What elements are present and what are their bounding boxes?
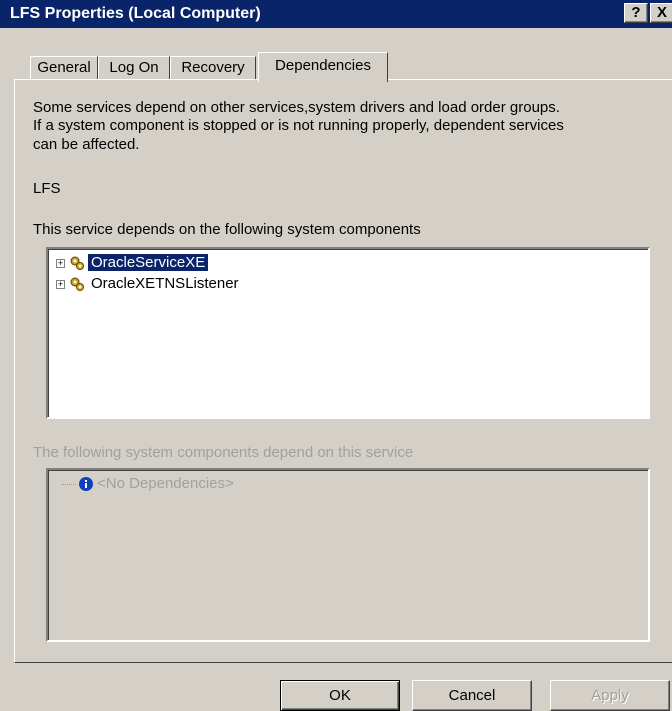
- tab-log-on[interactable]: Log On: [98, 56, 170, 79]
- tree-item[interactable]: + OracleXETNSListener: [56, 275, 242, 295]
- description-line-2: If a system component is stopped or is n…: [33, 117, 564, 134]
- tree-item: <No Dependencies>: [62, 475, 234, 495]
- close-button[interactable]: X: [650, 3, 672, 23]
- tree-item-label: OracleServiceXE: [88, 254, 209, 271]
- service-name: LFS: [33, 180, 61, 197]
- info-icon: [79, 477, 93, 492]
- expand-icon[interactable]: +: [56, 258, 65, 268]
- title-bar[interactable]: LFS Properties (Local Computer) ? X: [0, 0, 672, 28]
- help-button[interactable]: ?: [624, 3, 648, 23]
- description-line-1: Some services depend on other services,s…: [33, 99, 560, 116]
- tab-strip: General Log On Recovery Dependencies: [0, 30, 672, 82]
- tree-item[interactable]: + OracleServiceXE: [56, 254, 209, 274]
- gear-icon: [70, 277, 84, 292]
- dependents-label: The following system components depend o…: [33, 444, 414, 461]
- expand-icon[interactable]: +: [56, 279, 65, 289]
- cancel-button[interactable]: Cancel: [412, 680, 532, 711]
- ok-button[interactable]: OK: [280, 680, 400, 711]
- description-line-3: can be affected.: [33, 136, 140, 153]
- tab-general[interactable]: General: [30, 56, 98, 79]
- tab-recovery[interactable]: Recovery: [170, 56, 256, 79]
- tree-item-label: OracleXETNSListener: [91, 275, 239, 292]
- depends-on-label: This service depends on the following sy…: [33, 221, 421, 238]
- window-title: LFS Properties (Local Computer): [10, 5, 261, 22]
- tree-line: [62, 483, 76, 485]
- gear-icon: [70, 256, 84, 271]
- tab-dependencies[interactable]: Dependencies: [258, 52, 388, 82]
- tree-item-label: <No Dependencies>: [97, 475, 234, 492]
- apply-button[interactable]: Apply: [550, 680, 670, 711]
- depends-on-tree[interactable]: + OracleServiceXE + OracleXETNSListener: [46, 247, 650, 419]
- dependents-tree[interactable]: <No Dependencies>: [46, 468, 650, 642]
